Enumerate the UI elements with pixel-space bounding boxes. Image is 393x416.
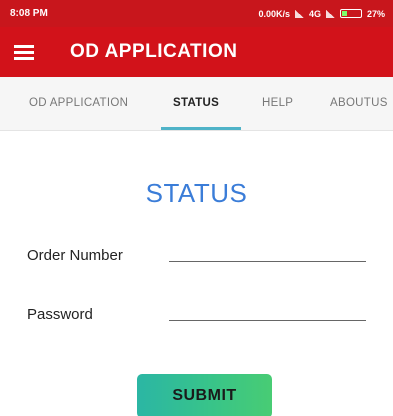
network-type: 4G — [308, 8, 321, 19]
tab-status[interactable]: STATUS — [173, 77, 219, 130]
signal-icon — [294, 9, 304, 18]
order-number-label: Order Number — [27, 247, 123, 264]
status-time: 8:08 PM — [10, 8, 48, 19]
signal-icon-2 — [325, 9, 335, 18]
tab-bar: OD APPLICATION STATUS HELP ABOUTUS — [0, 77, 393, 131]
tab-help[interactable]: HELP — [262, 77, 293, 130]
status-bar: 8:08 PM 0.00K/s 4G 27% — [0, 0, 393, 27]
app-bar: OD APPLICATION — [0, 27, 393, 77]
battery-percent: 27% — [366, 8, 385, 19]
order-number-input[interactable] — [169, 240, 366, 262]
password-input[interactable] — [169, 299, 366, 321]
active-tab-indicator — [161, 127, 241, 130]
submit-button[interactable]: SUBMIT — [137, 374, 272, 416]
status-indicators: 0.00K/s 4G 27% — [258, 9, 385, 19]
battery-fill — [341, 11, 347, 16]
battery-icon — [339, 9, 362, 18]
password-label: Password — [27, 306, 93, 323]
hamburger-menu-icon[interactable] — [14, 45, 34, 60]
tab-aboutus[interactable]: ABOUTUS — [330, 77, 388, 130]
page-title: STATUS — [145, 178, 248, 208]
network-speed: 0.00K/s — [258, 8, 290, 19]
tab-od-application[interactable]: OD APPLICATION — [29, 77, 128, 130]
app-title: OD APPLICATION — [70, 41, 238, 62]
